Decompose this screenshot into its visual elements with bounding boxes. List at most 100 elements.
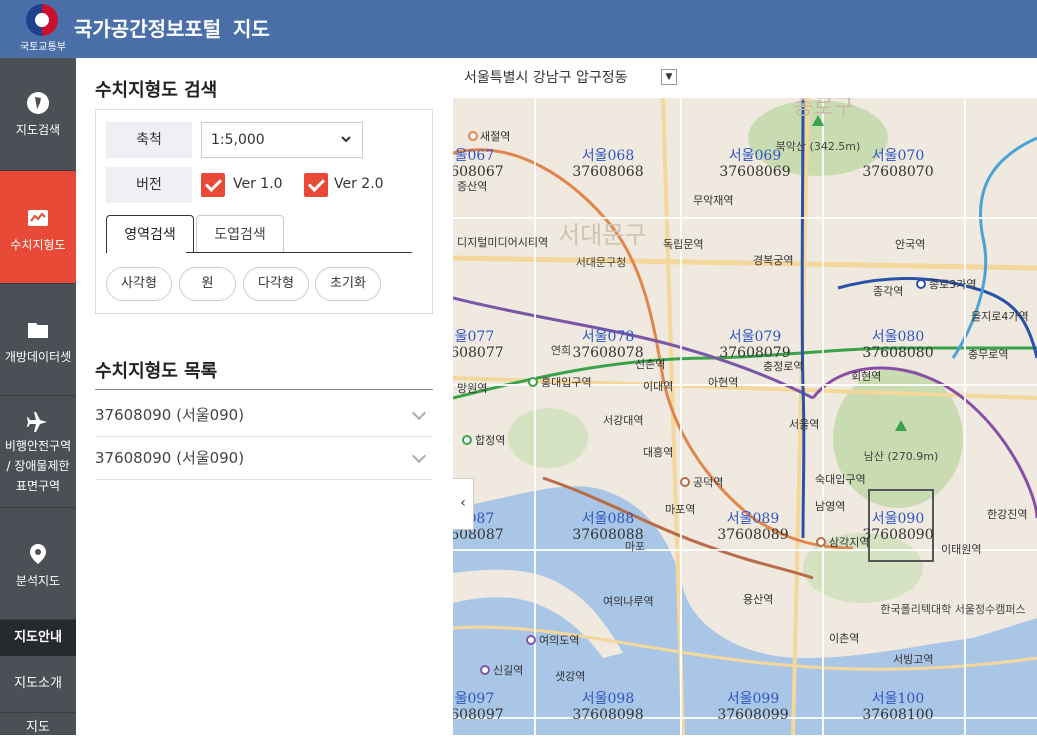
nav-label: 지도검색 — [15, 123, 61, 137]
sheet-code: 37608099 — [717, 707, 788, 723]
nav-item-flight-safety[interactable]: 비행안전구역 / 장애물제한 표면구역 — [0, 396, 76, 508]
sheet-code: 37608068 — [572, 164, 643, 180]
rectangle-button[interactable]: 사각형 — [106, 267, 172, 301]
collapse-panel-button[interactable]: ‹ — [453, 478, 474, 530]
station-label: 안국역 — [895, 238, 925, 251]
sheet-name: 서울080 — [872, 329, 924, 345]
station-label: 서울역 — [789, 418, 819, 431]
nav-guide-header[interactable]: 지도안내 — [0, 620, 76, 656]
sheet-code: 37608097 — [453, 707, 504, 723]
sheet-name: 서울067 — [453, 148, 494, 164]
station-label: 충무로역 — [968, 348, 1008, 361]
nav-guide-intro[interactable]: 지도소개 — [0, 656, 76, 713]
station-marker[interactable] — [462, 435, 472, 445]
airplane-icon — [27, 412, 47, 432]
chart-icon — [28, 210, 48, 226]
tab-sheet-search[interactable]: 도엽검색 — [196, 215, 284, 253]
tab-area-search[interactable]: 영역검색 — [106, 215, 194, 253]
government-emblem-icon — [26, 4, 58, 36]
sheet-name: 서울090 — [872, 511, 924, 527]
circle-button[interactable]: 원 — [179, 267, 236, 301]
search-panel: 수치지형도 검색 축척 1:5,000 버전 Ver 1.0 Ver 2.0 영… — [76, 58, 454, 735]
sheet-code: 37608079 — [719, 345, 790, 361]
station-label: 여의도역 — [539, 634, 579, 647]
pin-icon — [30, 544, 46, 564]
station-marker[interactable] — [528, 377, 538, 387]
sheet-name: 서울069 — [729, 148, 781, 164]
station-label: 아현역 — [708, 376, 738, 389]
reset-button[interactable]: 초기화 — [315, 267, 381, 301]
station-label: 삼각지역 — [829, 536, 869, 549]
portal-title[interactable]: 국가공간정보포털 — [74, 13, 221, 42]
station-label: 종각역 — [873, 285, 903, 298]
station-label: 샛강역 — [555, 670, 585, 683]
list-item[interactable]: 37608090 (서울090) — [95, 394, 433, 437]
station-marker[interactable] — [816, 537, 826, 547]
landmark-label: 남산 (270.9m) — [864, 450, 939, 463]
scale-select[interactable]: 1:5,000 — [201, 122, 363, 158]
landmark-label: 연희 — [551, 344, 571, 357]
station-label: 망원역 — [457, 382, 487, 395]
station-label: 종로3가역 — [929, 278, 976, 291]
station-label: 여의나루역 — [603, 595, 654, 608]
sheet-name: 서울077 — [453, 329, 494, 345]
sheet-name: 서울070 — [872, 148, 924, 164]
station-label: 새절역 — [480, 130, 510, 143]
sheet-name: 서울098 — [582, 691, 634, 707]
location-dropdown-button[interactable]: ▼ — [661, 69, 677, 85]
sheet-name: 서울100 — [872, 691, 924, 707]
map-park-area — [508, 408, 588, 468]
polygon-button[interactable]: 다각형 — [243, 267, 309, 301]
station-marker[interactable] — [468, 131, 478, 141]
sheet-code: 37608078 — [572, 345, 643, 361]
landmark-label: 마포 — [625, 540, 645, 553]
chevron-down-icon — [413, 394, 425, 436]
station-label: 충정로역 — [763, 360, 803, 373]
station-marker[interactable] — [526, 635, 536, 645]
map-park-area — [833, 368, 963, 508]
station-label: 을지로4가역 — [971, 310, 1029, 323]
version-1-checkbox[interactable] — [201, 173, 225, 197]
nav-label-line1: 비행안전구역 — [4, 439, 72, 453]
list-divider — [95, 389, 433, 390]
sheet-code: 37608070 — [862, 164, 933, 180]
station-label: 무악재역 — [693, 194, 733, 207]
search-form: 축척 1:5,000 버전 Ver 1.0 Ver 2.0 영역검색 도엽검색 … — [95, 109, 433, 314]
station-label: 서강대역 — [603, 414, 643, 427]
nav-guide-map[interactable]: 지도 — [0, 713, 76, 743]
scale-value: 1:5,000 — [211, 132, 265, 148]
version-2-checkbox[interactable] — [304, 173, 328, 197]
station-marker[interactable] — [916, 279, 926, 289]
sheet-name: 서울078 — [582, 329, 634, 345]
nav-item-analysis-map[interactable]: 분석지도 — [0, 508, 76, 620]
station-label: 한강진역 — [987, 508, 1027, 521]
station-marker[interactable] — [680, 477, 690, 487]
station-marker[interactable] — [480, 665, 490, 675]
folder-icon — [28, 323, 48, 338]
ministry-label: 국토교통부 — [20, 42, 66, 53]
nav-item-topographic[interactable]: 수치지형도 — [0, 171, 76, 284]
district-label: 종로구 — [793, 98, 854, 120]
sheet-code: 37608089 — [717, 527, 788, 543]
district-label: 서대문구 — [558, 221, 646, 249]
station-label: 홍대입구역 — [541, 375, 592, 389]
sheet-code: 37608100 — [862, 707, 933, 723]
scale-label: 축척 — [106, 122, 192, 158]
nav-item-map-search[interactable]: 지도검색 — [0, 58, 76, 171]
sheet-code: 37608098 — [572, 707, 643, 723]
sheet-code: 37608077 — [453, 345, 504, 361]
list-item[interactable]: 37608090 (서울090) — [95, 437, 433, 480]
location-label: 서울특별시 강남구 압구정동 — [464, 70, 628, 86]
nav-item-open-dataset[interactable]: 개방데이터셋 — [0, 284, 76, 396]
station-label: 경복궁역 — [753, 254, 793, 267]
station-label: 공덕역 — [693, 476, 723, 489]
sheet-name: 서울079 — [729, 329, 781, 345]
station-label: 디지털미디어시티역 — [457, 236, 548, 249]
sheet-name: 서울099 — [727, 691, 779, 707]
station-label: 숙대입구역 — [815, 473, 866, 486]
map-canvas[interactable]: 종로구 서대문구 서울067 37608067 서울068 37608068 서… — [453, 98, 1037, 735]
sheet-code: 37608067 — [453, 164, 504, 180]
sheet-name: 서울097 — [453, 691, 494, 707]
station-label: 이촌역 — [829, 632, 859, 645]
sheet-code: 37608069 — [719, 164, 790, 180]
